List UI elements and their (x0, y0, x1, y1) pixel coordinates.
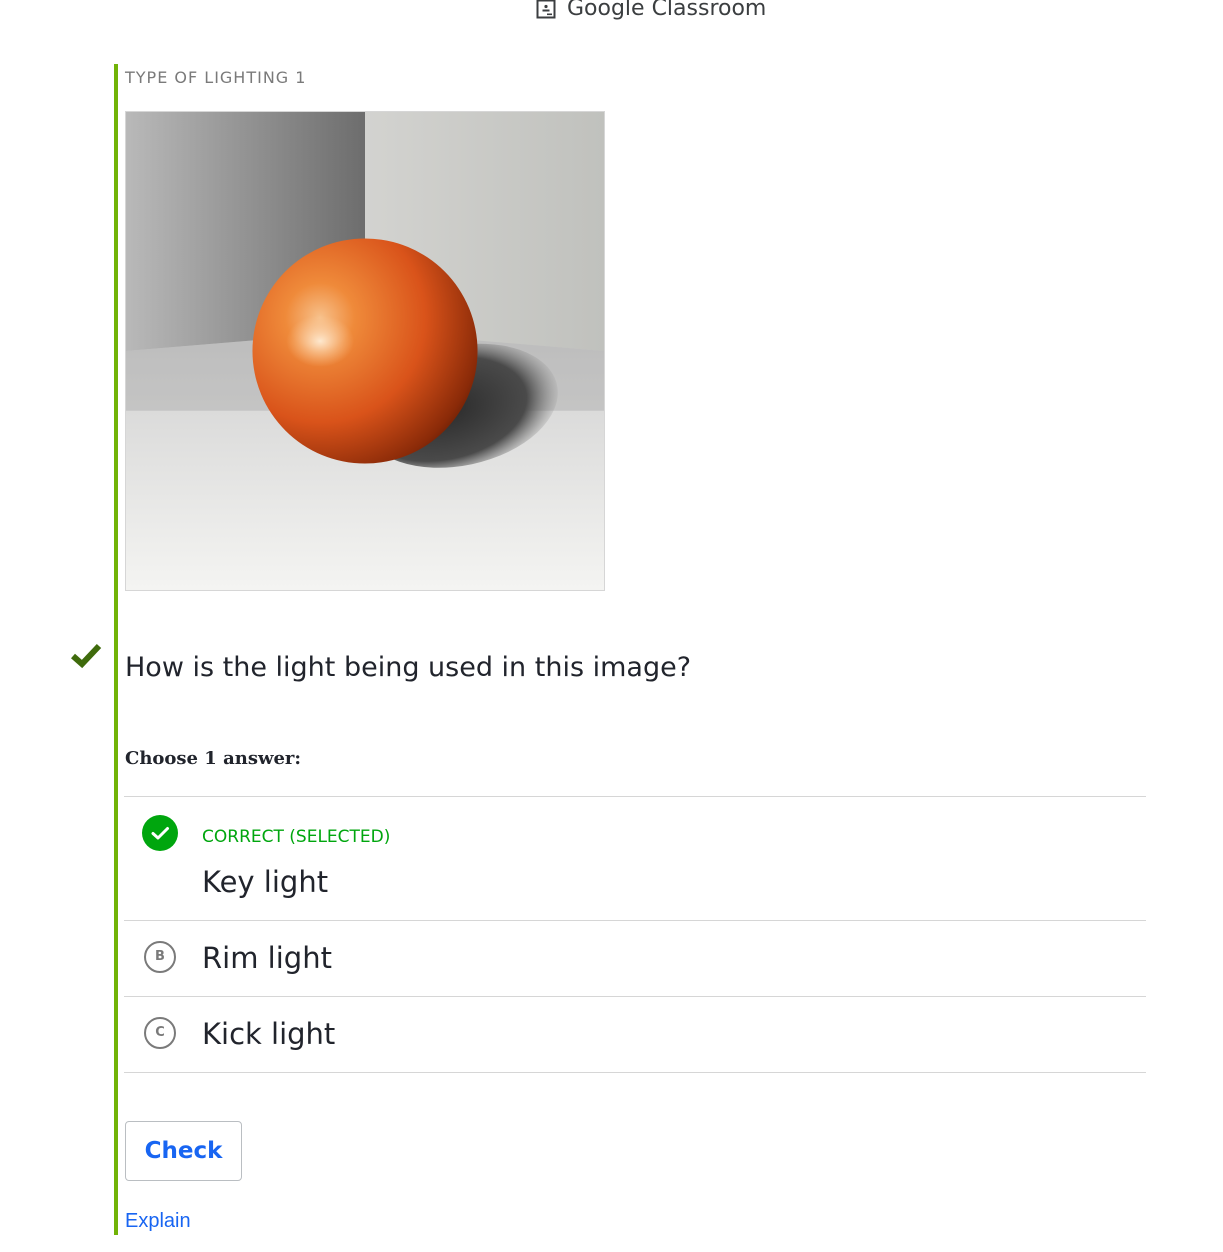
question-text: How is the light being used in this imag… (125, 652, 692, 683)
choice-b-rim-light[interactable]: B Rim light (124, 921, 1146, 997)
choice-label: Kick light (202, 1017, 336, 1051)
correct-check-icon (142, 815, 178, 851)
choose-instruction: Choose 1 answer: (125, 748, 302, 769)
explain-link[interactable]: Explain (125, 1210, 191, 1233)
choice-status: CORRECT (SELECTED) (202, 827, 391, 847)
choice-a-key-light[interactable]: CORRECT (SELECTED) Key light (124, 797, 1146, 921)
google-classroom-link[interactable]: Google Classroom (536, 0, 766, 21)
choice-label: Rim light (202, 941, 332, 975)
check-button[interactable]: Check (125, 1121, 242, 1181)
choice-c-kick-light[interactable]: C Kick light (124, 997, 1146, 1073)
checkmark-icon (71, 643, 102, 669)
google-classroom-label: Google Classroom (567, 0, 767, 21)
choice-letter-c: C (144, 1017, 176, 1049)
choice-label: Key light (202, 865, 329, 899)
answer-choices: CORRECT (SELECTED) Key light B Rim light… (124, 796, 1146, 1073)
orange-sphere-lighting-image (125, 111, 605, 591)
exercise-title: TYPE OF LIGHTING 1 (125, 68, 307, 87)
exercise-panel: TYPE OF LIGHTING 1 How is the light bein… (114, 64, 1150, 1235)
choice-letter-b: B (144, 941, 176, 973)
google-classroom-icon (536, 0, 556, 18)
